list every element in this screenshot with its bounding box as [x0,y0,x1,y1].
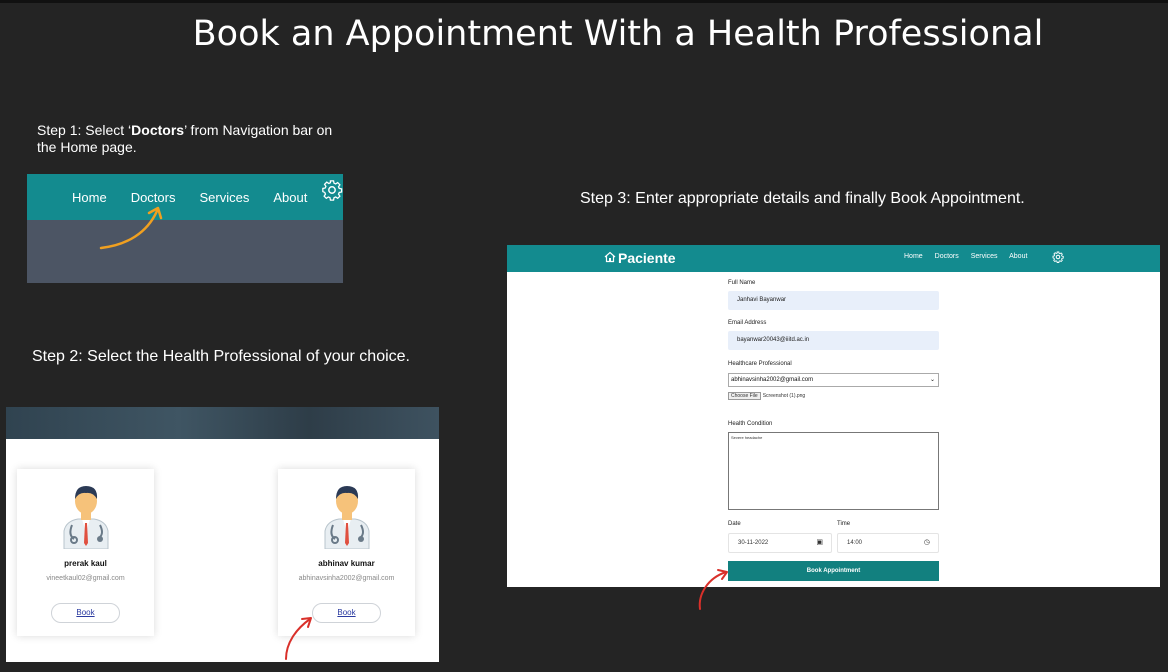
choose-file-button[interactable]: Choose File [728,392,761,400]
doctor-email: abhinavsinha2002@gmail.com [298,575,395,582]
gear-icon[interactable] [321,179,343,201]
app-nav-links: Home Doctors Services About [904,253,1037,260]
time-label: Time [837,521,851,527]
step3-form-screenshot: Paciente Home Doctors Services About Ful… [507,245,1160,587]
gear-icon[interactable] [1052,251,1064,263]
professional-select[interactable]: abhinavsinha2002@gmail.com ⌄ [728,373,939,387]
file-name: Screenshot (1).png [762,393,806,399]
brand-logo[interactable]: Paciente [618,250,676,266]
page-title: Book an Appointment With a Health Profes… [192,14,1044,54]
doctor-card: prerak kaul vineetkaul02@gmail.com Book [17,469,154,636]
top-border [0,0,1168,3]
file-upload[interactable]: Choose File Screenshot (1).png [728,392,806,400]
app-nav-bar: Paciente Home Doctors Services About [507,245,1160,272]
nav-home[interactable]: Home [904,253,923,260]
professional-value: abhinavsinha2002@gmail.com [731,377,814,383]
arrow-pointer-icon [698,569,728,610]
condition-textarea[interactable]: Severe headache [728,432,939,510]
email-input[interactable]: bayanwar20043@iiitd.ac.in [728,331,939,350]
doctor-avatar-icon [324,486,370,549]
step1-instruction: Step 1: Select ‘Doctors’ from Navigation… [37,122,337,156]
book-appointment-button[interactable]: Book Appointment [728,561,939,581]
step1-text-bold: Doctors [131,122,185,138]
book-button[interactable]: Book [312,603,381,623]
home-icon [604,251,616,263]
hero-banner [6,407,439,439]
full-name-input[interactable]: Janhavi Bayanwar [728,291,939,310]
book-button[interactable]: Book [51,603,120,623]
nav-about[interactable]: About [1009,253,1027,260]
condition-label: Health Condition [728,421,773,427]
calendar-icon[interactable]: ▣ [816,534,823,552]
doctor-name: prerak kaul [64,559,107,568]
doctor-card: abhinav kumar abhinavsinha2002@gmail.com… [278,469,415,636]
nav-doctors[interactable]: Doctors [935,253,959,260]
doctor-name: abhinav kumar [318,559,375,568]
nav-services[interactable]: Services [971,253,998,260]
nav-about[interactable]: About [273,190,307,205]
date-label: Date [728,521,741,527]
step1-text-prefix: Step 1: Select ‘ [37,122,132,138]
time-input[interactable]: 14:00 ◷ [837,533,939,553]
step1-nav-bar: Home Doctors Services About [27,174,343,220]
clock-icon[interactable]: ◷ [924,534,930,552]
arrow-pointer-icon [285,617,312,660]
nav-services[interactable]: Services [199,190,249,205]
step2-doctors-screenshot: prerak kaul vineetkaul02@gmail.com Book … [6,407,439,662]
time-value: 14:00 [847,540,863,546]
step1-nav-screenshot: Home Doctors Services About [27,174,343,283]
chevron-down-icon: ⌄ [929,377,935,383]
doctor-avatar-icon [63,486,109,549]
step3-instruction: Step 3: Enter appropriate details and fi… [580,190,1025,207]
email-label: Email Address [728,320,767,326]
step2-instruction: Step 2: Select the Health Professional o… [32,348,410,365]
date-value: 30-11-2022 [738,540,769,546]
full-name-label: Full Name [728,280,756,286]
doctor-email: vineetkaul02@gmail.com [46,575,125,582]
arrow-pointer-icon [99,206,163,250]
professional-label: Healthcare Professional [728,361,792,367]
date-input[interactable]: 30-11-2022 ▣ [728,533,832,553]
